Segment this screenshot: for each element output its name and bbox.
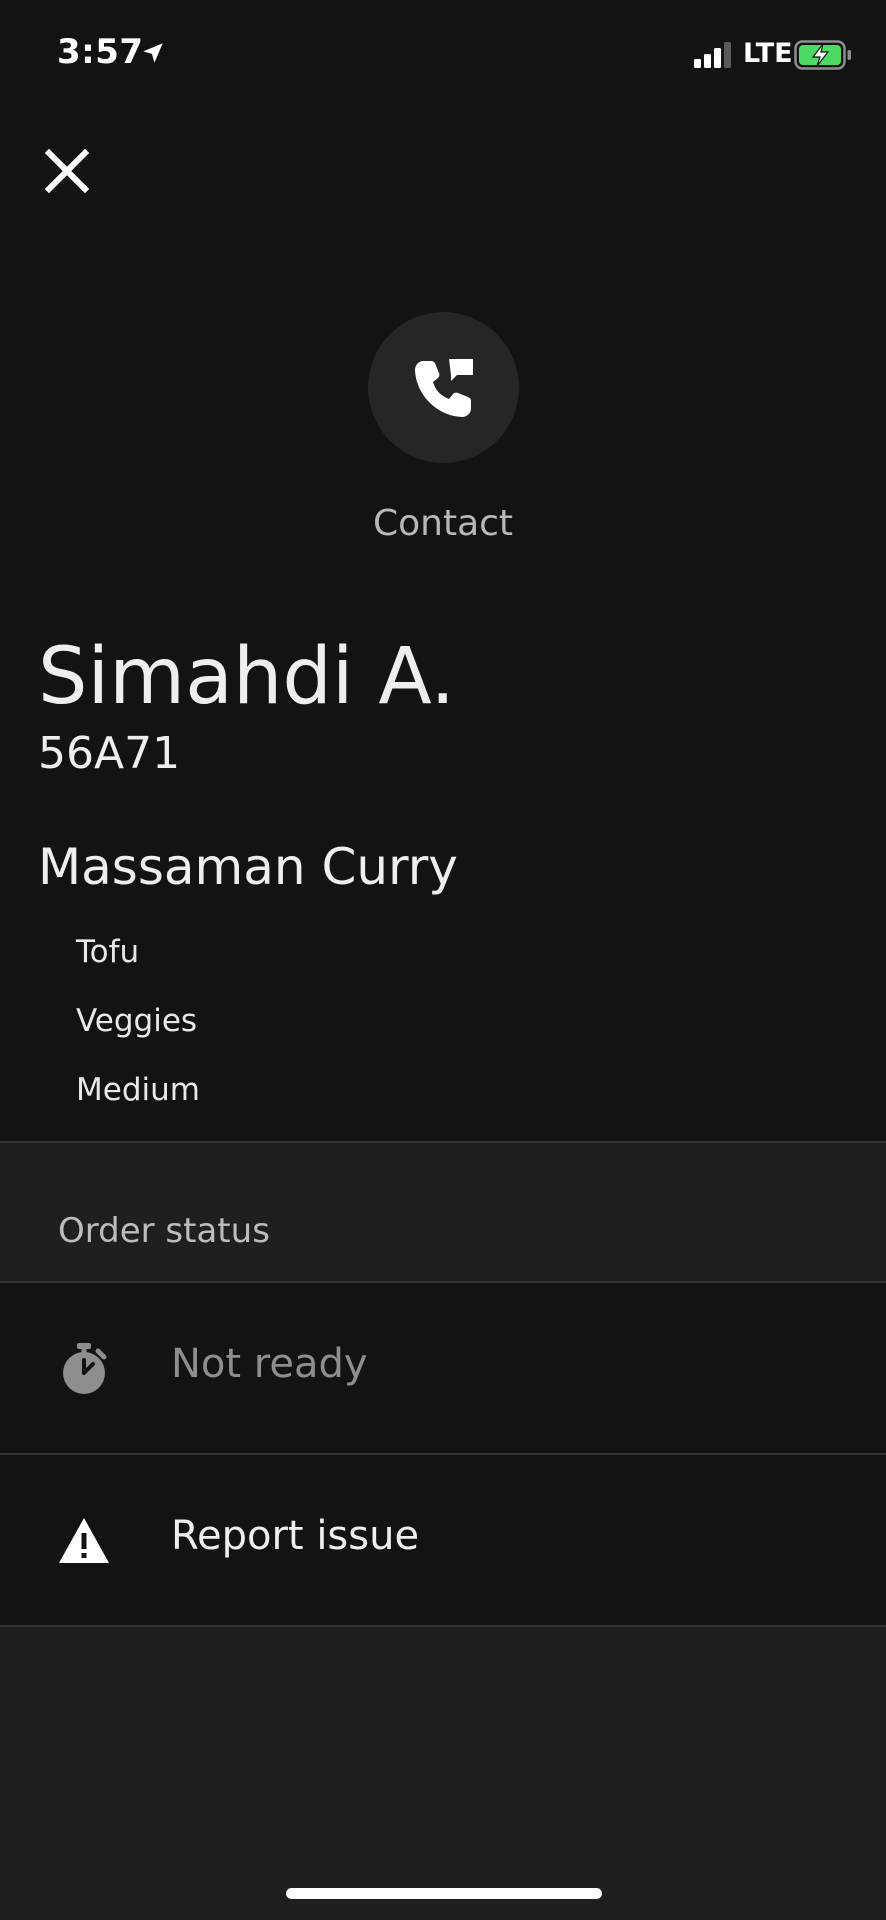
location-arrow-icon	[143, 43, 163, 63]
customer-name: Simahdi A.	[38, 632, 456, 722]
warning-icon	[59, 1518, 109, 1563]
report-issue-button[interactable]: Report issue	[0, 1455, 886, 1627]
close-button[interactable]	[36, 140, 98, 202]
modifier-item: Medium	[76, 1072, 200, 1108]
close-icon	[44, 148, 90, 194]
network-label: LTE	[743, 38, 793, 69]
section-title: Order status	[58, 1211, 270, 1251]
contact-button[interactable]	[368, 312, 519, 463]
item-name: Massaman Curry	[38, 838, 458, 896]
phone-message-icon	[414, 358, 473, 417]
stopwatch-icon	[63, 1343, 107, 1394]
status-time: 3:57	[57, 32, 144, 72]
battery-charging-icon	[794, 40, 851, 70]
home-indicator[interactable]	[286, 1888, 602, 1899]
modifier-item: Veggies	[76, 1003, 198, 1039]
order-status-label: Not ready	[171, 1341, 368, 1387]
order-status-row[interactable]: Not ready	[0, 1283, 886, 1455]
modifier-list: Tofu Veggies Medium	[76, 932, 200, 1139]
contact-label: Contact	[372, 503, 514, 544]
order-status-section: Order status	[0, 1141, 886, 1283]
order-details-screen: 3:57 LTE Contact Simahdi A. 56A71 Massam…	[0, 0, 886, 1920]
cellular-signal-icon	[694, 42, 731, 68]
bottom-area	[0, 1627, 886, 1920]
status-bar: 3:57 LTE	[0, 0, 886, 110]
report-issue-label: Report issue	[171, 1513, 420, 1559]
order-code: 56A71	[38, 728, 181, 779]
modifier-item: Tofu	[76, 934, 140, 970]
